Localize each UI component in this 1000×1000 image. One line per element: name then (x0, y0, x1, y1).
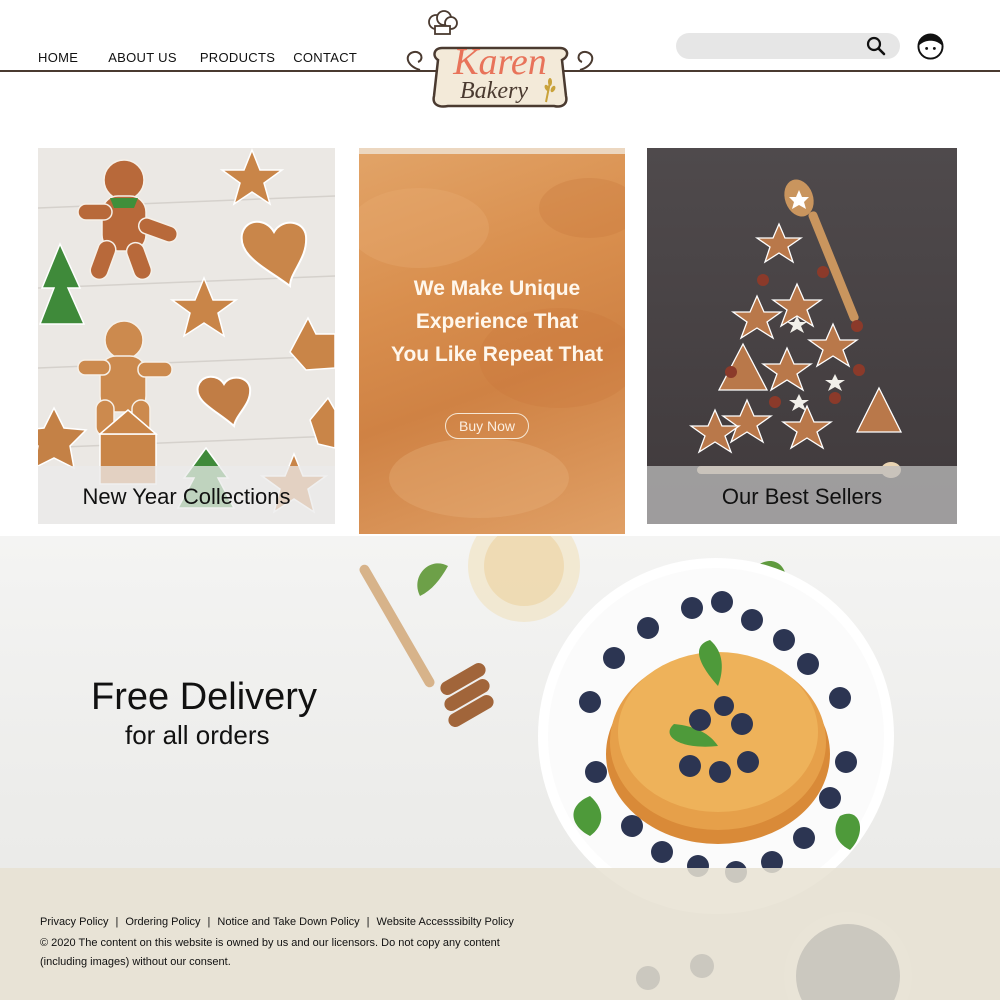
svg-text:Karen: Karen (452, 41, 547, 83)
free-delivery-subtitle: for all orders (125, 720, 270, 750)
nav-contact[interactable]: CONTACT (293, 50, 357, 65)
buy-now-button[interactable]: Buy Now (445, 413, 529, 439)
site-footer: Privacy Policy | Ordering Policy | Notic… (0, 868, 1000, 1000)
copyright-line-1: © 2020 The content on this website is ow… (40, 937, 500, 949)
nav-products[interactable]: PRODUCTS (200, 50, 275, 65)
site-header: HOME ABOUT US PRODUCTS CONTACT Karen Bak… (0, 0, 1000, 110)
copyright-line-2: (including images) without our consent. (40, 956, 231, 968)
promo-headline: We Make Unique Experience That You Like … (359, 272, 625, 371)
new-year-collections-label: New Year Collections (82, 484, 291, 509)
svg-text:Bakery: Bakery (460, 78, 528, 104)
footer-link-ordering[interactable]: Ordering Policy (125, 916, 200, 928)
footer-separator: | (115, 916, 119, 928)
main-nav: HOME ABOUT US PRODUCTS CONTACT (38, 50, 357, 65)
nav-home[interactable]: HOME (38, 50, 78, 65)
best-sellers-card[interactable]: Our Best Sellers (647, 148, 957, 524)
footer-separator: | (366, 916, 370, 928)
footer-link-accessibility[interactable]: Website Accesssibilty Policy (377, 916, 514, 928)
new-year-collections-card[interactable]: New Year Collections (38, 148, 335, 524)
best-sellers-label: Our Best Sellers (721, 484, 883, 509)
user-avatar-icon[interactable] (917, 33, 944, 60)
promo-card: We Make Unique Experience That You Like … (359, 148, 625, 534)
footer-separator: | (207, 916, 211, 928)
promo-line-1: We Make Unique (413, 277, 581, 300)
chef-hat-icon (428, 10, 458, 35)
footer-link-takedown[interactable]: Notice and Take Down Policy (217, 916, 359, 928)
promo-line-2: Experience That (415, 310, 579, 333)
footer-links: Privacy Policy | Ordering Policy | Notic… (40, 916, 514, 928)
promo-line-3: You Like Repeat That (391, 343, 603, 366)
karen-bakery-logo[interactable]: Karen Bakery (400, 8, 600, 112)
footer-link-privacy[interactable]: Privacy Policy (40, 916, 108, 928)
footer-copyright: © 2020 The content on this website is ow… (40, 934, 580, 972)
nav-about-us[interactable]: ABOUT US (108, 50, 177, 65)
free-delivery-title: Free Delivery (91, 676, 317, 718)
search-icon[interactable] (865, 35, 887, 57)
